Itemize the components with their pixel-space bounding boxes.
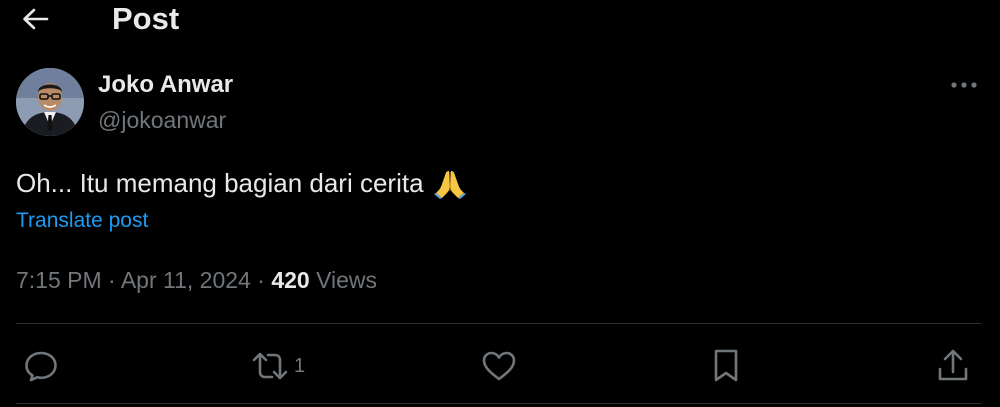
- repost-button[interactable]: 1: [250, 346, 305, 386]
- repost-icon: [252, 352, 288, 380]
- share-icon: [938, 349, 968, 381]
- views-count: 420: [271, 267, 310, 293]
- heart-icon: [482, 351, 516, 381]
- reply-icon: [25, 351, 57, 382]
- translate-post-link[interactable]: Translate post: [16, 207, 148, 235]
- avatar[interactable]: [16, 68, 84, 136]
- arrow-left-icon: [23, 8, 49, 30]
- post-meta: 7:15 PM · Apr 11, 2024 · 420 Views: [16, 265, 377, 295]
- action-bar: 1: [0, 338, 1000, 394]
- page-title: Post: [112, 1, 180, 36]
- avatar-image: [16, 68, 84, 136]
- more-options-button[interactable]: [946, 72, 982, 98]
- author-handle[interactable]: @jokoanwar: [98, 106, 226, 134]
- share-button[interactable]: [934, 346, 972, 386]
- back-button[interactable]: [18, 4, 52, 34]
- views-label: Views: [316, 267, 378, 293]
- post-text: Oh... Itu memang bagian dari cerita: [16, 166, 468, 200]
- divider: [16, 323, 981, 324]
- post-date[interactable]: Apr 11, 2024: [121, 267, 251, 293]
- bookmark-button[interactable]: [708, 346, 744, 386]
- author-display-name[interactable]: Joko Anwar: [98, 71, 233, 99]
- folded-hands-icon: [432, 166, 468, 200]
- divider: [16, 403, 981, 404]
- more-horizontal-icon: [951, 82, 977, 88]
- reply-button[interactable]: [22, 346, 60, 386]
- post-text-content: Oh... Itu memang bagian dari cerita: [16, 168, 424, 198]
- meta-separator: ·: [257, 267, 265, 293]
- bookmark-icon: [714, 349, 738, 382]
- page-header: Post: [0, 0, 1000, 40]
- post-time[interactable]: 7:15 PM: [16, 267, 102, 293]
- like-button[interactable]: [480, 346, 518, 386]
- repost-count: 1: [294, 354, 306, 377]
- meta-separator: ·: [108, 267, 116, 293]
